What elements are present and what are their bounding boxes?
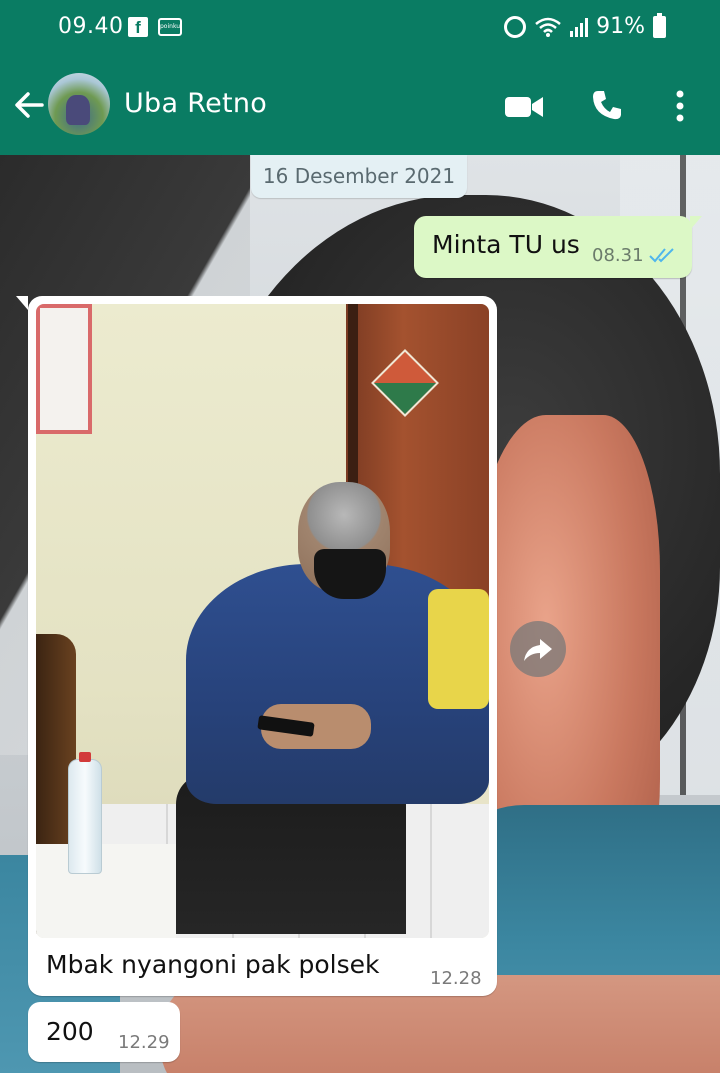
message-time: 08.31 [592,245,644,266]
arrow-left-icon[interactable] [12,88,46,122]
battery-icon [653,12,666,38]
forward-share-icon [524,639,552,661]
read-ticks-icon [649,248,674,263]
phone-icon[interactable] [590,88,624,122]
chat-header: Uba Retno [0,58,720,155]
message-time: 12.28 [430,968,482,989]
message-text: Minta TU us [432,230,580,259]
more-vert-icon[interactable] [670,88,690,124]
forward-share-button[interactable] [510,621,566,677]
status-time: 09.40 [58,14,124,39]
incoming-message[interactable]: 200 12.29 [28,1002,180,1062]
status-bar: 09.40 f poinku 91% [0,0,720,58]
video-camera-icon[interactable] [504,94,544,120]
avatar[interactable] [48,73,110,135]
message-photo[interactable] [36,304,489,938]
incoming-image-message[interactable]: Mbak nyangoni pak polsek 12.28 [16,296,497,996]
signal-icon [570,17,589,37]
date-separator: 16 Desember 2021 [251,155,467,198]
contact-name[interactable]: Uba Retno [124,88,267,119]
message-text: 200 [46,1017,94,1046]
outgoing-message[interactable]: Minta TU us 08.31 [414,216,702,278]
wifi-icon [535,17,561,37]
image-caption: Mbak nyangoni pak polsek [46,950,380,979]
message-time: 12.29 [118,1032,170,1053]
facebook-notification-icon: f [128,17,148,37]
status-right-group: 91% [504,12,666,39]
app-notification-icon: poinku [158,18,182,36]
alarm-icon [504,15,527,38]
battery-percent: 91% [596,14,645,39]
